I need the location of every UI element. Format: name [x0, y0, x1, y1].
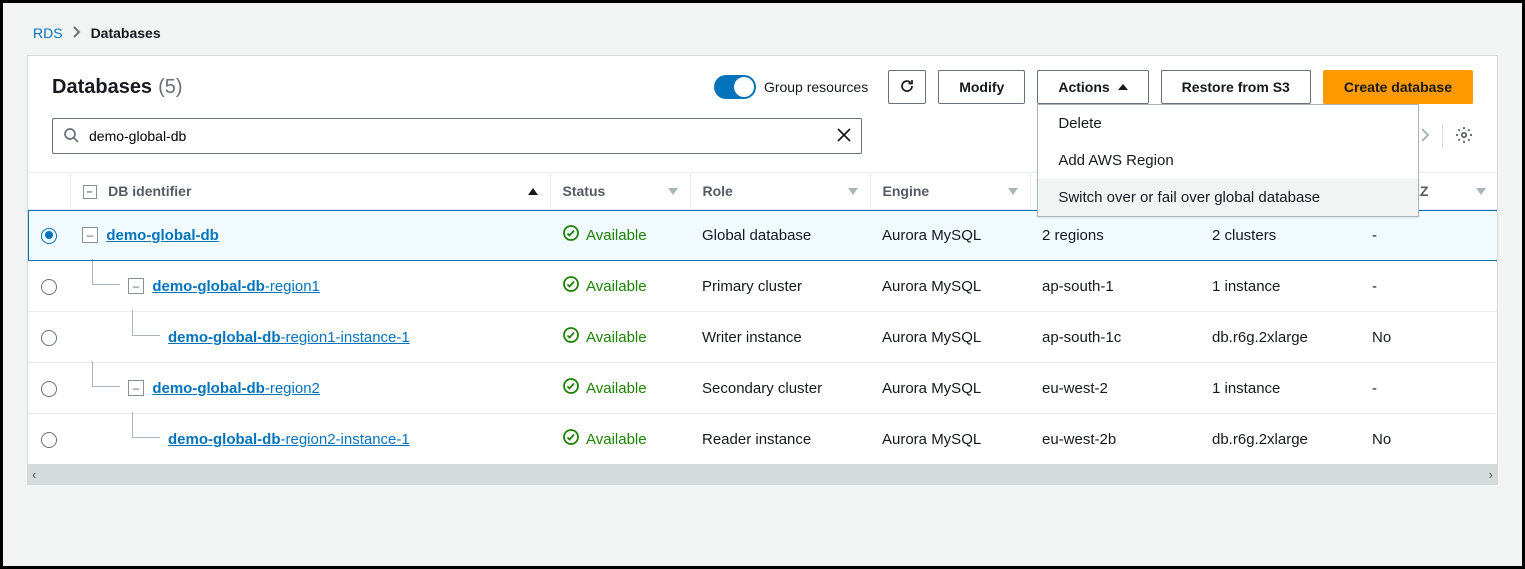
db-identifier-link[interactable]: demo-global-db-region2-instance-1	[168, 431, 410, 448]
check-circle-icon	[562, 428, 580, 450]
search-box[interactable]	[52, 118, 862, 154]
db-identifier-link[interactable]: demo-global-db-region1-instance-1	[168, 329, 410, 346]
sort-icon[interactable]	[1008, 188, 1018, 195]
multi-az-cell: -	[1360, 261, 1497, 312]
size-cell: 1 instance	[1200, 363, 1360, 414]
table-row[interactable]: demo-global-db-region2-instance-1 Availab…	[28, 414, 1497, 465]
region-cell: ap-south-1	[1030, 261, 1200, 312]
table-row[interactable]: – demo-global-db-region1 Available Primary…	[28, 261, 1497, 312]
sort-icon[interactable]	[1476, 188, 1486, 195]
db-identifier-link[interactable]: demo-global-db-region2	[152, 380, 320, 397]
restore-from-s3-button[interactable]: Restore from S3	[1161, 70, 1311, 104]
tree-collapse-icon[interactable]: –	[82, 227, 98, 243]
chevron-right-icon	[73, 25, 81, 41]
group-resources-label: Group resources	[764, 79, 868, 95]
tree-collapse-icon[interactable]: –	[128, 278, 144, 294]
scroll-left-icon[interactable]: ‹	[32, 467, 36, 482]
check-circle-icon	[562, 275, 580, 297]
check-circle-icon	[562, 224, 580, 246]
col-engine[interactable]: Engine	[883, 183, 930, 199]
multi-az-cell: No	[1360, 414, 1497, 465]
sort-icon[interactable]	[848, 188, 858, 195]
toggle-switch-icon[interactable]	[714, 75, 756, 99]
breadcrumb: RDS Databases	[3, 3, 1522, 55]
engine-cell: Aurora MySQL	[870, 414, 1030, 465]
row-select-radio[interactable]	[41, 330, 57, 346]
actions-label: Actions	[1058, 79, 1109, 95]
tree-collapse-icon[interactable]: –	[128, 380, 144, 396]
size-cell: db.r6g.2xlarge	[1200, 312, 1360, 363]
status-badge: Available	[562, 428, 647, 450]
status-badge: Available	[562, 275, 647, 297]
role-cell: Secondary cluster	[690, 363, 870, 414]
sort-icon[interactable]	[668, 188, 678, 195]
page-title: Databases (5)	[52, 76, 702, 99]
action-switch-fail-over[interactable]: Switch over or fail over global database	[1038, 179, 1418, 216]
table-row[interactable]: demo-global-db-region1-instance-1 Availab…	[28, 312, 1497, 363]
search-icon	[63, 127, 79, 146]
col-role[interactable]: Role	[703, 183, 733, 199]
gear-icon	[1455, 131, 1473, 147]
databases-table-wrap: – DB identifier Status Role Engine Regio…	[28, 172, 1497, 484]
role-cell: Global database	[690, 210, 870, 261]
db-identifier-link[interactable]: demo-global-db-region1	[152, 278, 320, 295]
actions-dropdown: Delete Add AWS Region Switch over or fai…	[1037, 104, 1419, 217]
next-page-button[interactable]	[1421, 128, 1430, 145]
title-count: (5)	[158, 76, 182, 99]
refresh-button[interactable]	[888, 70, 926, 104]
sort-asc-icon[interactable]	[528, 188, 538, 195]
role-cell: Writer instance	[690, 312, 870, 363]
engine-cell: Aurora MySQL	[870, 210, 1030, 261]
action-add-aws-region[interactable]: Add AWS Region	[1038, 142, 1418, 179]
search-input[interactable]	[89, 128, 827, 144]
caret-up-icon	[1118, 84, 1128, 90]
status-badge: Available	[562, 377, 647, 399]
engine-cell: Aurora MySQL	[870, 312, 1030, 363]
row-select-radio[interactable]	[41, 381, 57, 397]
multi-az-cell: -	[1360, 363, 1497, 414]
size-cell: 1 instance	[1200, 261, 1360, 312]
databases-panel: Databases (5) Group resources Modify Act…	[27, 55, 1498, 485]
role-cell: Reader instance	[690, 414, 870, 465]
multi-az-cell: No	[1360, 312, 1497, 363]
action-delete[interactable]: Delete	[1038, 105, 1418, 142]
size-cell: db.r6g.2xlarge	[1200, 414, 1360, 465]
multi-az-cell: -	[1360, 210, 1497, 261]
collapse-all-icon[interactable]: –	[83, 185, 97, 199]
engine-cell: Aurora MySQL	[870, 261, 1030, 312]
status-badge: Available	[562, 224, 647, 246]
breadcrumb-root[interactable]: RDS	[33, 25, 63, 41]
breadcrumb-current: Databases	[91, 25, 161, 41]
engine-cell: Aurora MySQL	[870, 363, 1030, 414]
actions-button[interactable]: Actions	[1037, 70, 1148, 104]
size-cell: 2 clusters	[1200, 210, 1360, 261]
region-cell: ap-south-1c	[1030, 312, 1200, 363]
region-cell: 2 regions	[1030, 210, 1200, 261]
col-status[interactable]: Status	[563, 183, 606, 199]
create-database-button[interactable]: Create database	[1323, 70, 1473, 104]
table-row[interactable]: – demo-global-db-region2 Available Seconda…	[28, 363, 1497, 414]
title-text: Databases	[52, 76, 152, 99]
settings-button[interactable]	[1455, 126, 1473, 147]
horizontal-scrollbar[interactable]: ‹ ›	[28, 464, 1497, 484]
db-identifier-link[interactable]: demo-global-db	[106, 227, 219, 244]
row-select-radio[interactable]	[41, 432, 57, 448]
row-select-radio[interactable]	[41, 228, 57, 244]
region-cell: eu-west-2	[1030, 363, 1200, 414]
group-resources-toggle[interactable]: Group resources	[714, 75, 868, 99]
check-circle-icon	[562, 377, 580, 399]
clear-search-icon[interactable]	[837, 128, 851, 145]
status-badge: Available	[562, 326, 647, 348]
panel-header: Databases (5) Group resources Modify Act…	[28, 56, 1497, 116]
role-cell: Primary cluster	[690, 261, 870, 312]
row-select-radio[interactable]	[41, 279, 57, 295]
check-circle-icon	[562, 326, 580, 348]
scroll-right-icon[interactable]: ›	[1489, 467, 1493, 482]
refresh-icon	[899, 78, 915, 97]
region-cell: eu-west-2b	[1030, 414, 1200, 465]
col-db-identifier[interactable]: DB identifier	[108, 183, 191, 199]
table-row[interactable]: – demo-global-db Available Global database…	[28, 210, 1497, 261]
modify-button[interactable]: Modify	[938, 70, 1025, 104]
